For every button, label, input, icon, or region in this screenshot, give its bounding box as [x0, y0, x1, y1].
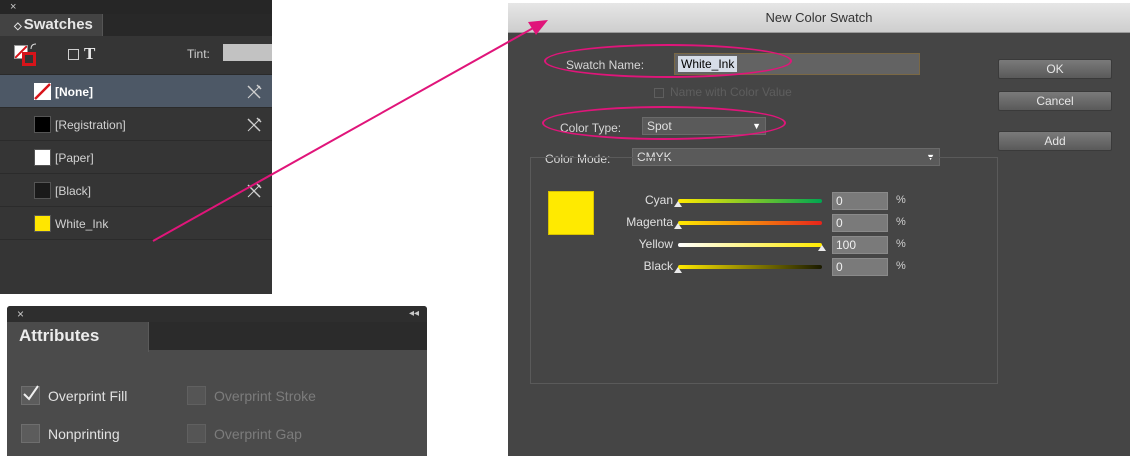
callout-arrow: [152, 20, 548, 242]
